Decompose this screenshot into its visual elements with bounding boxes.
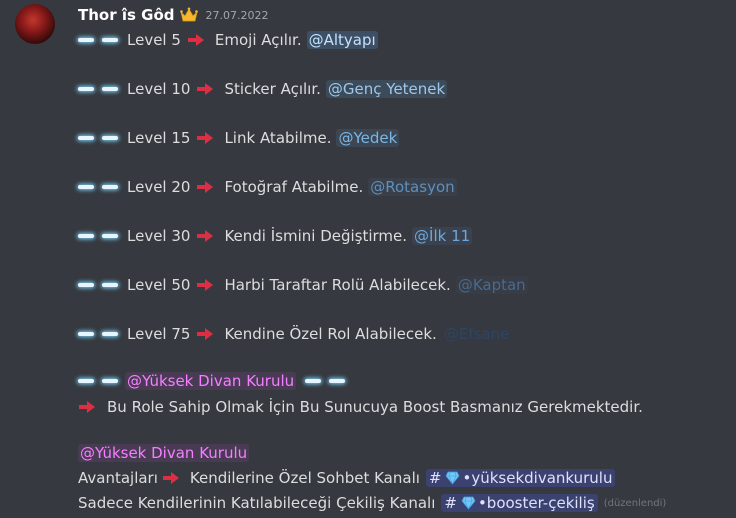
advantage-2-text: Sadece Kendilerinin Katılabileceği Çekil… [78, 494, 436, 512]
role-mention[interactable]: @Yedek [336, 129, 400, 147]
advantage-line-1: Avantajları Kendilerine Özel Sohbet Kana… [78, 467, 616, 489]
hash-icon: # [428, 469, 442, 487]
role-mention[interactable]: @İlk 11 [412, 227, 473, 245]
role-mention[interactable]: @Rotasyon [368, 178, 457, 196]
dash-icon [305, 379, 322, 383]
dash-icon [78, 283, 94, 287]
arrow-right-icon [197, 132, 214, 144]
level-label: Level 30 [127, 227, 191, 245]
edited-label: (düzenlendi) [603, 497, 667, 509]
dash-icon [329, 379, 346, 383]
level-label: Level 75 [127, 325, 191, 343]
divan-title-line: @Yüksek Divan Kurulu [78, 370, 354, 392]
dash-icon [102, 38, 118, 42]
arrow-right-icon [197, 181, 214, 193]
dash-icon [102, 332, 118, 336]
divan-mention-line: @Yüksek Divan Kurulu [78, 442, 250, 464]
dash-icon [78, 234, 94, 238]
hash-icon: # [444, 494, 457, 512]
boost-line: Bu Role Sahip Olmak İçin Bu Sunucuya Boo… [78, 396, 643, 418]
dash-icon [102, 234, 118, 238]
arrow-right-icon [79, 401, 95, 413]
level-label: Level 50 [127, 276, 191, 294]
level-description: Sticker Açılır. [224, 80, 321, 98]
channel-name: •booster-çekiliş [477, 494, 595, 512]
dash-icon [78, 38, 94, 42]
arrow-right-icon [162, 472, 179, 484]
level-line: Level 15 Link Atabilme. @Yedek [78, 127, 400, 149]
level-line: Level 30 Kendi İsmini Değiştirme. @İlk 11 [78, 225, 473, 247]
role-mention[interactable]: @Efsane [441, 325, 512, 343]
level-line: Level 20 Fotoğraf Atabilme. @Rotasyon [78, 176, 457, 198]
arrow-right-icon [197, 328, 214, 340]
advantage-line-2: Sadece Kendilerinin Katılabileceği Çekil… [78, 492, 666, 514]
channel-mention-booster-cekilis[interactable]: # •booster-çekiliş [441, 494, 598, 512]
level-description: Harbi Taraftar Rolü Alabilecek. [224, 276, 451, 294]
arrow-right-icon [197, 230, 214, 242]
dash-icon [102, 379, 118, 383]
role-mention-divan-2[interactable]: @Yüksek Divan Kurulu [78, 444, 250, 462]
username[interactable]: Thor îs Gôd [78, 6, 174, 24]
crown-icon [180, 7, 199, 22]
level-label: Level 5 [127, 31, 181, 49]
avatar[interactable] [15, 4, 55, 44]
dash-icon [78, 332, 94, 336]
level-description: Fotoğraf Atabilme. [224, 178, 364, 196]
timestamp: 27.07.2022 [205, 8, 269, 22]
gem-icon [461, 496, 476, 510]
channel-name: •yüksekdivankurulu [462, 469, 613, 487]
level-description: Emoji Açılır. [214, 31, 302, 49]
dash-icon [78, 185, 94, 189]
level-description: Kendi İsmini Değiştirme. [224, 227, 408, 245]
role-mention[interactable]: @Altyapı [306, 31, 378, 49]
level-label: Level 10 [127, 80, 191, 98]
level-label: Level 15 [127, 129, 191, 147]
role-mention-divan[interactable]: @Yüksek Divan Kurulu [125, 372, 297, 390]
role-mention[interactable]: @Kaptan [455, 276, 528, 294]
advantage-1-text: Kendilerine Özel Sohbet Kanalı [189, 469, 420, 487]
advantages-label: Avantajları [78, 469, 158, 487]
arrow-right-icon [197, 83, 214, 95]
level-label: Level 20 [127, 178, 191, 196]
gem-icon [446, 471, 460, 485]
message-header: Thor îs Gôd 27.07.2022 [78, 5, 268, 25]
dash-icon [78, 379, 94, 383]
level-line: Level 10 Sticker Açılır. @Genç Yetenek [78, 78, 448, 100]
dash-icon [78, 87, 94, 91]
dash-icon [102, 136, 118, 140]
level-line: Level 5 Emoji Açılır. @Altyapı [78, 29, 378, 51]
dash-icon [102, 185, 118, 189]
role-mention[interactable]: @Genç Yetenek [325, 80, 448, 98]
dash-icon [102, 87, 118, 91]
boost-text: Bu Role Sahip Olmak İçin Bu Sunucuya Boo… [107, 398, 643, 416]
channel-mention-yuksekdivankurulu[interactable]: # •yüksekdivankurulu [425, 469, 616, 487]
dash-icon [102, 283, 118, 287]
level-description: Kendine Özel Rol Alabilecek. [224, 325, 437, 343]
level-line: Level 75 Kendine Özel Rol Alabilecek. @Efs… [78, 323, 512, 345]
arrow-right-icon [187, 34, 204, 46]
level-line: Level 50 Harbi Taraftar Rolü Alabilecek. @… [78, 274, 528, 296]
dash-icon [78, 136, 94, 140]
arrow-right-icon [197, 279, 214, 291]
level-description: Link Atabilme. [224, 129, 332, 147]
